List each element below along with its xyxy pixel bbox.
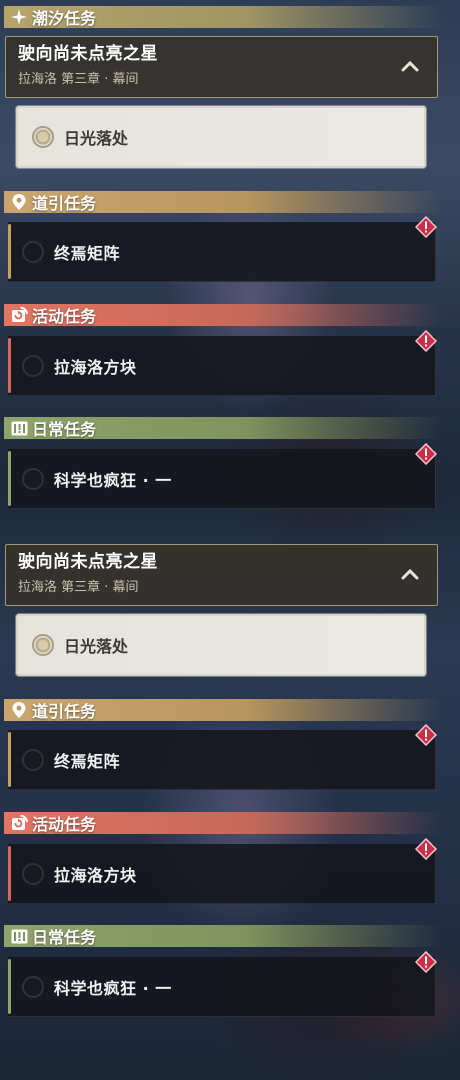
event-refresh-icon: [10, 814, 28, 832]
main-quest-title: 驶向尚未点亮之星: [18, 44, 158, 64]
task-status-radio: [22, 975, 44, 998]
task-card-guide[interactable]: 终焉矩阵: [8, 216, 437, 282]
quest-tracker-panel: 潮汐任务 驶向尚未点亮之星 拉海洛 第三章 · 幕间 日光落处 道引任务 终焉矩…: [0, 0, 460, 540]
task-label: 科学也疯狂 · 一: [54, 470, 172, 490]
category-label: 潮汐任务: [32, 9, 97, 28]
chevron-up-icon[interactable]: [401, 59, 419, 73]
task-status-radio: [22, 748, 44, 771]
category-header-daily: 日常任务: [4, 925, 442, 947]
category-header-event: 活动任务: [4, 812, 442, 834]
task-label: 终焉矩阵: [54, 243, 121, 263]
category-label: 活动任务: [32, 815, 97, 834]
exclamation-box-icon: [10, 419, 28, 437]
category-label: 日常任务: [32, 928, 97, 947]
task-status-radio: [22, 240, 44, 263]
task-card-guide[interactable]: 终焉矩阵: [8, 724, 437, 790]
alert-diamond-icon: [415, 724, 437, 746]
chevron-up-icon[interactable]: [401, 567, 419, 581]
task-label: 拉海洛方块: [54, 357, 137, 377]
task-card-event[interactable]: 拉海洛方块: [8, 838, 437, 904]
current-step-card[interactable]: 日光落处: [15, 613, 427, 677]
main-quest-subtitle: 拉海洛 第三章 · 幕间: [18, 72, 139, 87]
task-card-event[interactable]: 拉海洛方块: [8, 330, 437, 396]
alert-diamond-icon: [415, 330, 437, 352]
current-step-card[interactable]: 日光落处: [15, 105, 427, 169]
step-label: 日光落处: [64, 129, 129, 148]
exclamation-box-icon: [10, 927, 28, 945]
main-quest-card[interactable]: 驶向尚未点亮之星 拉海洛 第三章 · 幕间: [5, 544, 438, 606]
task-card-daily[interactable]: 科学也疯狂 · 一: [8, 951, 437, 1017]
category-header-guide: 道引任务: [4, 699, 442, 721]
alert-diamond-icon: [415, 951, 437, 973]
alert-diamond-icon: [415, 216, 437, 238]
main-quest-subtitle: 拉海洛 第三章 · 幕间: [18, 580, 139, 595]
category-label: 活动任务: [32, 307, 97, 326]
task-label: 科学也疯狂 · 一: [54, 978, 172, 998]
task-label: 拉海洛方块: [54, 865, 137, 885]
category-label: 日常任务: [32, 420, 97, 439]
category-header-daily: 日常任务: [4, 417, 442, 439]
task-status-radio: [22, 354, 44, 377]
alert-diamond-icon: [415, 443, 437, 465]
step-status-radio: [32, 634, 54, 656]
task-status-radio: [22, 862, 44, 885]
sparkle-icon: [10, 8, 28, 26]
category-header-tide: 潮汐任务: [4, 6, 442, 28]
step-label: 日光落处: [64, 637, 129, 656]
category-label: 道引任务: [32, 702, 97, 721]
quest-tracker-panel-repeat: 驶向尚未点亮之星 拉海洛 第三章 · 幕间 日光落处 道引任务 终焉矩阵 活动任…: [0, 540, 460, 1080]
location-pin-icon: [10, 193, 28, 211]
main-quest-card[interactable]: 驶向尚未点亮之星 拉海洛 第三章 · 幕间: [5, 36, 438, 98]
step-status-radio: [32, 126, 54, 148]
category-label: 道引任务: [32, 194, 97, 213]
category-header-guide: 道引任务: [4, 191, 442, 213]
category-header-event: 活动任务: [4, 304, 442, 326]
main-quest-title: 驶向尚未点亮之星: [18, 552, 158, 572]
event-refresh-icon: [10, 306, 28, 324]
task-status-radio: [22, 467, 44, 490]
location-pin-icon: [10, 701, 28, 719]
alert-diamond-icon: [415, 838, 437, 860]
task-card-daily[interactable]: 科学也疯狂 · 一: [8, 443, 437, 509]
task-label: 终焉矩阵: [54, 751, 121, 771]
